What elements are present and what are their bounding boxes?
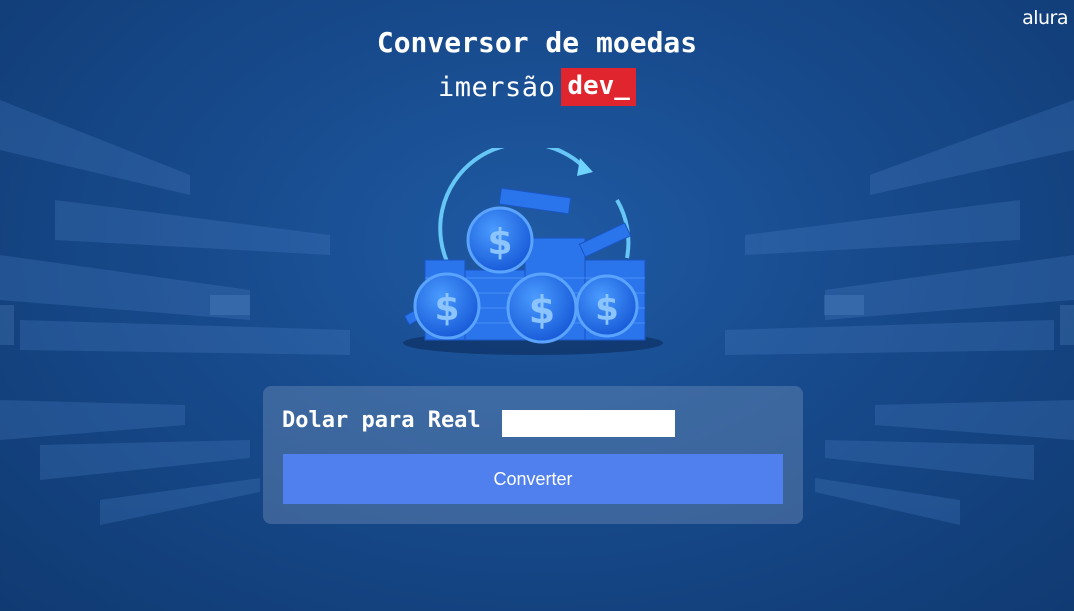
amount-input[interactable]	[502, 410, 675, 437]
coins-stack-icon: $ $ $ $	[403, 148, 663, 355]
svg-text:$: $	[595, 289, 619, 329]
subtitle: imersão dev_	[0, 68, 1074, 106]
convert-button[interactable]: Converter	[283, 454, 783, 504]
page-title: Conversor de moedas	[376, 26, 698, 59]
converter-card: Dolar para Real Converter	[263, 386, 803, 524]
converter-label: Dolar para Real	[282, 408, 481, 433]
svg-text:$: $	[434, 288, 459, 329]
svg-text:$: $	[487, 222, 512, 263]
dev-badge: dev_	[561, 68, 636, 106]
subtitle-prefix: imersão	[438, 71, 556, 103]
svg-text:$: $	[529, 288, 555, 332]
